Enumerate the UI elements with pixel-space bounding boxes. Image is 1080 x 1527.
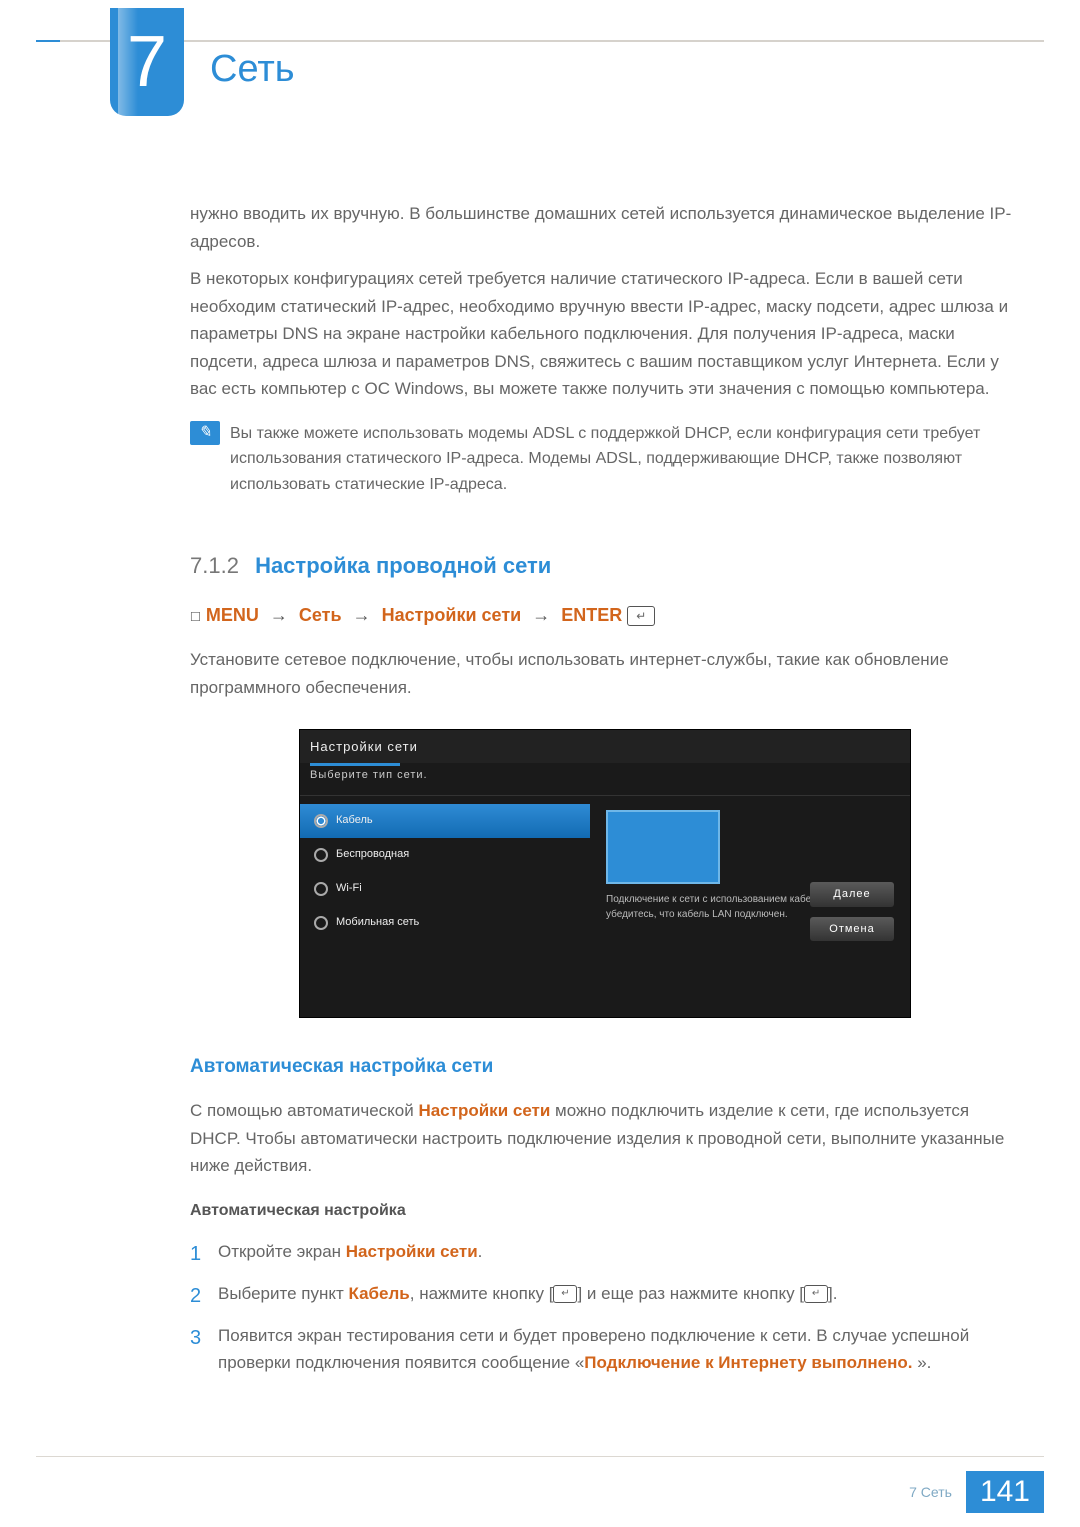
step-1: 1 Откройте экран Настройки сети. [190,1238,1020,1270]
footer-label: 7 Сеть [909,1484,952,1500]
network-option-wireless[interactable]: Беспроводная [300,838,590,872]
next-button[interactable]: Далее [810,882,894,907]
chapter-number-tab: 7 [110,8,184,116]
network-option-mobile[interactable]: Мобильная сеть [300,906,590,940]
section-number: 7.1.2 [190,553,239,578]
page-footer: 7 Сеть 141 [909,1471,1044,1513]
radio-icon [314,916,328,930]
menu-icon: ☐ [190,605,201,626]
enter-icon: ↵ [804,1285,828,1303]
step-3: 3 Появится экран тестирования сети и буд… [190,1322,1020,1376]
subsection-heading: Автоматическая настройка сети [190,1052,1020,1083]
note-text: Вы также можете использовать модемы ADSL… [230,421,1020,498]
chapter-number: 7 [127,21,167,103]
enter-icon: ↵ [627,606,655,626]
auto-paragraph: С помощью автоматической Настройки сети … [190,1097,1020,1180]
intro-paragraph: В некоторых конфигурациях сетей требуетс… [190,265,1020,403]
radio-icon [314,882,328,896]
radio-icon [314,814,328,828]
intro-paragraph: нужно вводить их вручную. В большинстве … [190,200,1020,255]
note-icon: ✎ [190,421,220,445]
step-2: 2 Выберите пункт Кабель, нажмите кнопку … [190,1280,1020,1312]
section-title: Настройка проводной сети [255,553,551,578]
cancel-button[interactable]: Отмена [810,917,894,942]
network-settings-screen: Настройки сети Выберите тип сети. Кабель… [299,729,911,1018]
section-heading: 7.1.2 Настройка проводной сети [190,548,1020,584]
chapter-title: Сеть [210,48,295,91]
network-type-list: Кабель Беспроводная Wi-Fi Мобильная сеть [300,796,590,947]
steps-heading: Автоматическая настройка [190,1198,1020,1224]
network-option-cable[interactable]: Кабель [300,804,590,838]
menu-path: ☐ MENU → Сеть → Настройки сети → ENTER ↵ [190,601,1020,630]
tv-illustration [606,810,720,884]
screen-subtitle: Выберите тип сети. [300,763,910,796]
enter-icon: ↵ [553,1285,577,1303]
network-option-wifi[interactable]: Wi-Fi [300,872,590,906]
screen-title: Настройки сети [300,730,910,763]
page-number: 141 [966,1471,1044,1513]
radio-icon [314,848,328,862]
section-intro: Установите сетевое подключение, чтобы ис… [190,646,1020,701]
